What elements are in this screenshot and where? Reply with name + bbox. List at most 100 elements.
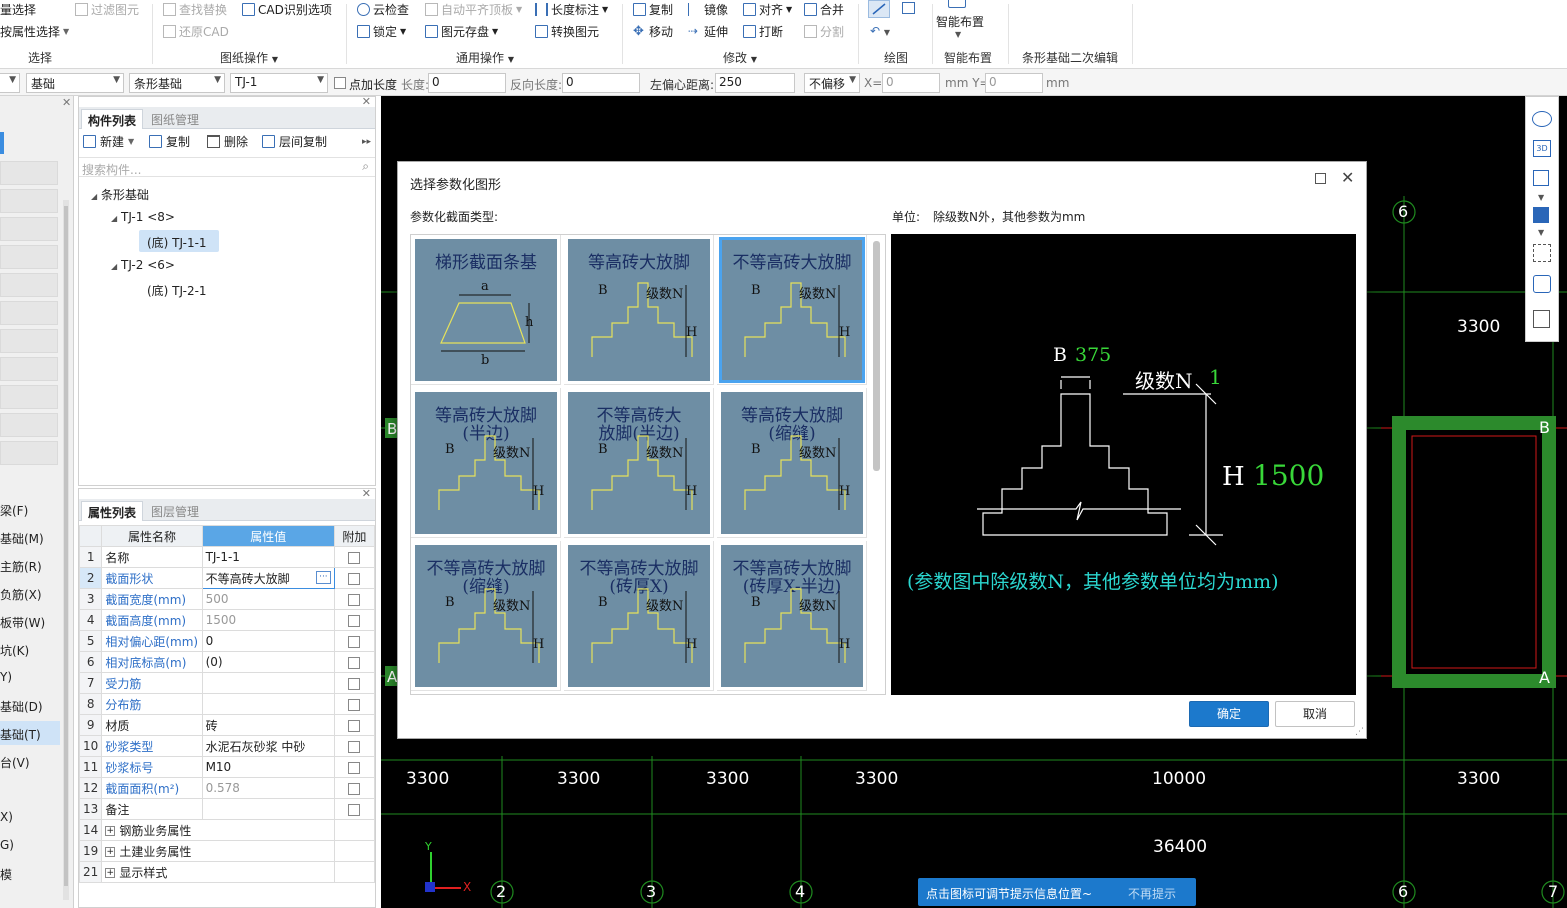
copy-component-button[interactable]: 复制 bbox=[149, 133, 190, 150]
gallery-scrollbar[interactable] bbox=[873, 241, 880, 471]
property-value[interactable] bbox=[201, 672, 335, 694]
restore-cad-button[interactable]: 还原CAD bbox=[163, 23, 229, 40]
extra-checkbox[interactable] bbox=[348, 677, 361, 690]
extra-checkbox[interactable] bbox=[348, 614, 361, 627]
point-length-checkbox[interactable] bbox=[334, 77, 346, 89]
select-by-property-button[interactable]: 按属性选择 ▼ bbox=[0, 23, 69, 40]
property-value[interactable]: 500 bbox=[201, 588, 335, 610]
mirror-button[interactable]: 镜像 bbox=[688, 1, 728, 18]
cad-options-button[interactable]: CAD识别选项 bbox=[242, 1, 332, 18]
table-row[interactable]: 9 材质砖 bbox=[78, 714, 376, 736]
length-input[interactable]: 0 bbox=[428, 73, 506, 93]
table-row[interactable]: 8 分布筋 bbox=[78, 693, 376, 715]
arc-draw-button[interactable]: ↶ ▼ bbox=[870, 24, 890, 38]
more-options-icon[interactable]: ··· bbox=[315, 571, 331, 584]
extra-checkbox[interactable] bbox=[348, 761, 361, 774]
box-select-icon[interactable] bbox=[1533, 275, 1551, 293]
nav-item-y[interactable]: Y) bbox=[0, 670, 12, 684]
property-value[interactable]: 0.578 bbox=[201, 777, 335, 799]
extra-checkbox[interactable] bbox=[348, 719, 361, 732]
extra-checkbox[interactable] bbox=[348, 572, 361, 585]
solid-cube-icon[interactable] bbox=[1533, 207, 1549, 223]
find-replace-button[interactable]: 查找替换 bbox=[163, 1, 227, 18]
tree-root[interactable]: ◢ 条形基础 bbox=[91, 186, 149, 203]
shape-option[interactable]: 不等高砖大放脚 B 级数N H bbox=[717, 235, 867, 385]
table-row[interactable]: 11 砂浆标号 M10 bbox=[78, 756, 376, 778]
group-name[interactable]: + 显示样式 bbox=[101, 861, 335, 883]
prev-combo[interactable]: ▼ bbox=[0, 73, 20, 93]
table-row[interactable]: 7 受力筋 bbox=[78, 672, 376, 694]
property-value[interactable]: TJ-1-1 bbox=[201, 546, 335, 568]
cancel-button[interactable]: 取消 bbox=[1275, 701, 1355, 727]
expand-icon[interactable]: + bbox=[105, 868, 116, 878]
new-button[interactable]: 新建 ▼ bbox=[83, 133, 134, 150]
property-value[interactable]: 砖 bbox=[201, 714, 335, 736]
group-row[interactable]: 19 + 土建业务属性 bbox=[78, 840, 376, 862]
tab-property-list[interactable]: 属性列表 bbox=[81, 501, 144, 521]
x-input[interactable]: 0 bbox=[882, 73, 940, 93]
merge-button[interactable]: 合并 bbox=[804, 1, 844, 18]
property-value[interactable] bbox=[201, 798, 335, 820]
group-row[interactable]: 21 + 显示样式 bbox=[78, 861, 376, 883]
reverse-length-input[interactable]: 0 bbox=[562, 73, 640, 93]
table-row[interactable]: 4 截面高度(mm) 1500 bbox=[78, 609, 376, 631]
align-button[interactable]: 对齐 ▼ bbox=[743, 1, 792, 18]
extend-button[interactable]: ⇢ 延伸 bbox=[688, 23, 728, 40]
copy-button[interactable]: 复制 bbox=[633, 1, 673, 18]
nav-item-strip-foundation[interactable]: 基础(T) bbox=[0, 721, 60, 745]
close-icon[interactable]: ✕ bbox=[1341, 168, 1354, 187]
nav-item-x[interactable]: X) bbox=[0, 810, 13, 824]
toast-dismiss-button[interactable]: 不再提示 bbox=[1128, 885, 1176, 902]
tree-tj1-1[interactable]: (底) TJ-1-1 bbox=[139, 230, 219, 252]
group-row[interactable]: 14 + 钢筋业务属性 bbox=[78, 819, 376, 841]
tab-drawing-management[interactable]: 图纸管理 bbox=[145, 109, 205, 129]
cube-icon[interactable] bbox=[1533, 170, 1549, 186]
shape-option[interactable]: 不等高砖大放脚 (砖厚X-半边) B 级数N H bbox=[717, 541, 867, 691]
table-row[interactable]: 2 截面形状 不等高砖大放脚 ··· bbox=[78, 567, 376, 589]
table-row[interactable]: 13 备注 bbox=[78, 798, 376, 820]
property-value[interactable]: 1500 bbox=[201, 609, 335, 631]
expand-icon[interactable]: + bbox=[105, 847, 116, 857]
smart-layout-button[interactable]: 智能布置 bbox=[936, 13, 984, 30]
chevron-down-icon[interactable]: ▼ bbox=[1538, 193, 1544, 202]
filter-elements-button[interactable]: 过滤图元 bbox=[75, 1, 139, 18]
floor-select[interactable]: 基础 ▼ bbox=[26, 73, 124, 93]
extra-checkbox[interactable] bbox=[348, 593, 361, 606]
nav-item-foundation[interactable]: 基础(M) bbox=[0, 530, 44, 547]
shape-option[interactable]: 不等高砖大 放脚(半边) B 级数N H bbox=[564, 388, 714, 538]
layer-copy-button[interactable]: 层间复制 bbox=[262, 133, 327, 150]
resize-grip-icon[interactable]: ⋰ bbox=[1355, 727, 1364, 737]
group-name[interactable]: + 钢筋业务属性 bbox=[101, 819, 335, 841]
shape-option[interactable]: 等高砖大放脚 B 级数N H bbox=[564, 235, 714, 385]
fit-view-icon[interactable] bbox=[1533, 244, 1551, 262]
line-draw-button[interactable] bbox=[868, 0, 890, 18]
notes-icon[interactable] bbox=[1533, 310, 1550, 328]
nav-item-foundation-d[interactable]: 基础(D) bbox=[0, 698, 43, 715]
cloud-check-button[interactable]: 云检查 bbox=[357, 1, 409, 18]
maximize-icon[interactable] bbox=[1315, 173, 1326, 184]
tree-tj1[interactable]: ◢ TJ-1 <8> bbox=[111, 210, 175, 224]
tree-tj2[interactable]: ◢ TJ-2 <6> bbox=[111, 258, 175, 272]
extra-checkbox[interactable] bbox=[348, 635, 361, 648]
table-row[interactable]: 6 相对底标高(m) (0) bbox=[78, 651, 376, 673]
shape-option[interactable]: 不等高砖大放脚 (缩缝) B 级数N H bbox=[411, 541, 561, 691]
more-icon[interactable]: ▸▸ bbox=[362, 137, 371, 147]
move-button[interactable]: ✥ 移动 bbox=[633, 23, 673, 40]
extra-checkbox[interactable] bbox=[348, 740, 361, 753]
group-name[interactable]: + 土建业务属性 bbox=[101, 840, 335, 862]
extra-checkbox[interactable] bbox=[348, 656, 361, 669]
quantity-select-button[interactable]: 量选择 bbox=[0, 1, 36, 18]
extra-checkbox[interactable] bbox=[348, 782, 361, 795]
shape-option[interactable]: 不等高砖大放脚 (砖厚X) B 级数N H bbox=[564, 541, 714, 691]
close-icon[interactable]: ✕ bbox=[62, 96, 71, 109]
split-button[interactable]: 分割 bbox=[804, 23, 844, 40]
lock-button[interactable]: 锁定 ▼ bbox=[357, 23, 406, 40]
extra-checkbox[interactable] bbox=[348, 551, 361, 564]
member-select[interactable]: TJ-1 ▼ bbox=[230, 73, 328, 93]
shift-select[interactable]: 不偏移 ▼ bbox=[804, 73, 860, 93]
auto-align-button[interactable]: 自动平齐顶板 ▼ bbox=[425, 1, 522, 18]
nav-item-mold[interactable]: 模 bbox=[0, 866, 12, 883]
table-row[interactable]: 10 砂浆类型 水泥石灰砂浆 中砂 bbox=[78, 735, 376, 757]
table-row[interactable]: 12 截面面积(m²) 0.578 bbox=[78, 777, 376, 799]
extra-checkbox[interactable] bbox=[348, 803, 361, 816]
